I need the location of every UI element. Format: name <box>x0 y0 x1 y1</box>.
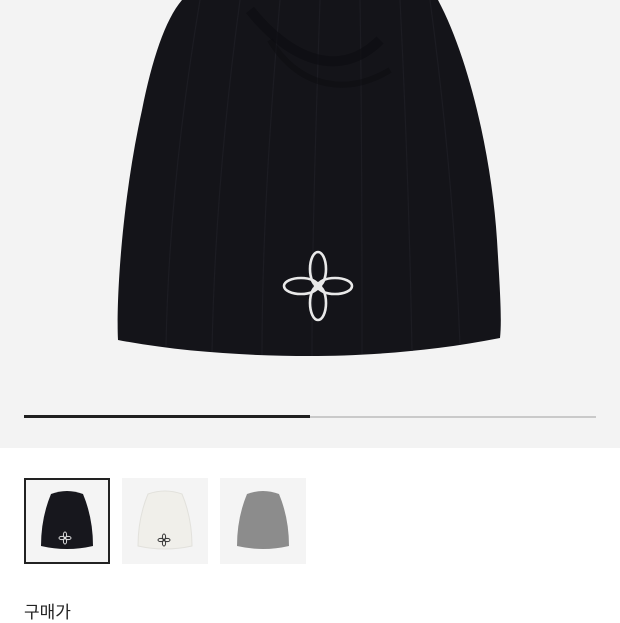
beanie-thumbnail-gray <box>237 491 289 549</box>
thumbnail-gray[interactable] <box>220 478 306 564</box>
gallery-progress-bar[interactable] <box>24 415 596 418</box>
price-label: 구매가 <box>24 603 71 623</box>
product-image-viewer[interactable] <box>0 0 620 448</box>
beanie-thumbnail-black <box>41 491 93 549</box>
beanie-image <box>117 0 501 357</box>
thumbnail-white[interactable] <box>122 478 208 564</box>
gallery-progress-fill <box>24 415 310 418</box>
beanie-thumbnail-white <box>137 490 193 550</box>
thumbnail-list <box>24 478 306 564</box>
thumbnail-black[interactable] <box>24 478 110 564</box>
